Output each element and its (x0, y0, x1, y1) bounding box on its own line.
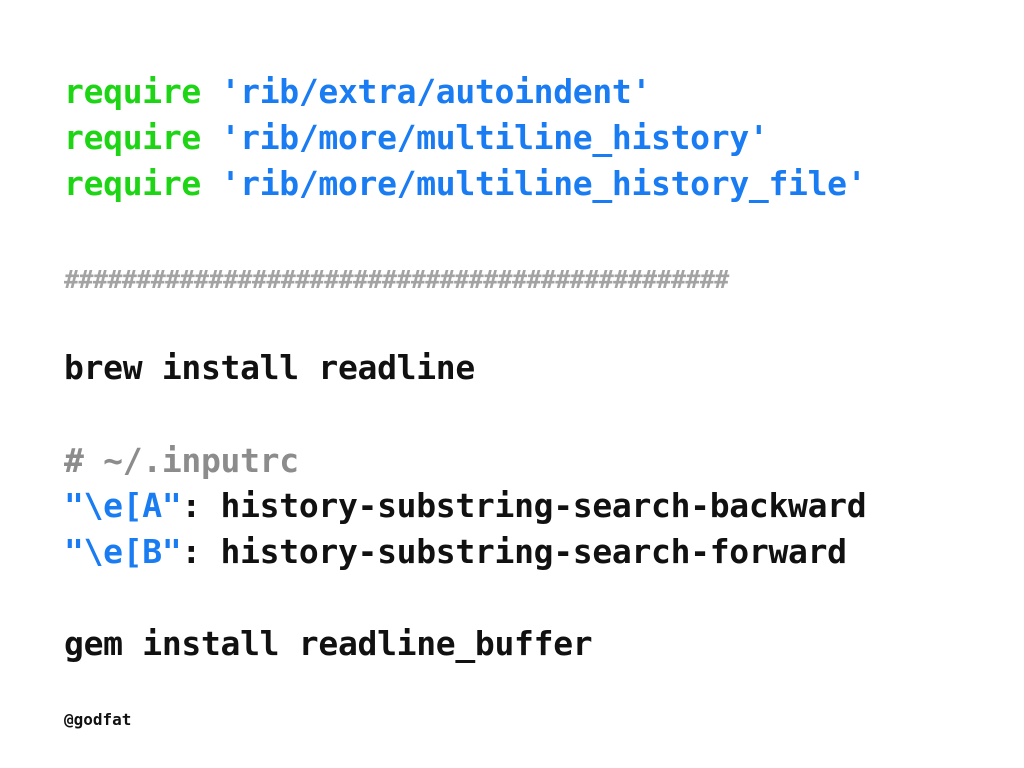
gem-command: gem install readline_buffer (64, 624, 593, 663)
binding-colon: : (181, 532, 201, 571)
author-handle: @godfat (64, 710, 132, 729)
separator-line: ########################################… (64, 265, 729, 294)
require-keyword: require (64, 164, 201, 203)
binding-colon: : (181, 486, 201, 525)
require-keyword: require (64, 72, 201, 111)
slide: require 'rib/extra/autoindent' require '… (0, 0, 1024, 768)
require-path: 'rib/more/multiline_history_file' (220, 164, 867, 203)
brew-command: brew install readline (64, 348, 475, 387)
inputrc-binding-forward: "\e[B": history-substring-search-forward (64, 532, 847, 572)
binding-action: history-substring-search-backward (200, 486, 867, 525)
inputrc-comment: # ~/.inputrc (64, 441, 299, 480)
inputrc-binding-backward: "\e[A": history-substring-search-backwar… (64, 486, 867, 526)
require-path: 'rib/extra/autoindent' (220, 72, 652, 111)
binding-key: "\e[A" (64, 486, 182, 525)
require-line-autoindent: require 'rib/extra/autoindent' (64, 72, 651, 112)
require-path: 'rib/more/multiline_history' (220, 118, 769, 157)
require-keyword: require (64, 118, 201, 157)
binding-action: history-substring-search-forward (200, 532, 847, 571)
require-line-multiline-history: require 'rib/more/multiline_history' (64, 118, 769, 158)
binding-key: "\e[B" (64, 532, 182, 571)
require-line-multiline-history-file: require 'rib/more/multiline_history_file… (64, 164, 867, 204)
